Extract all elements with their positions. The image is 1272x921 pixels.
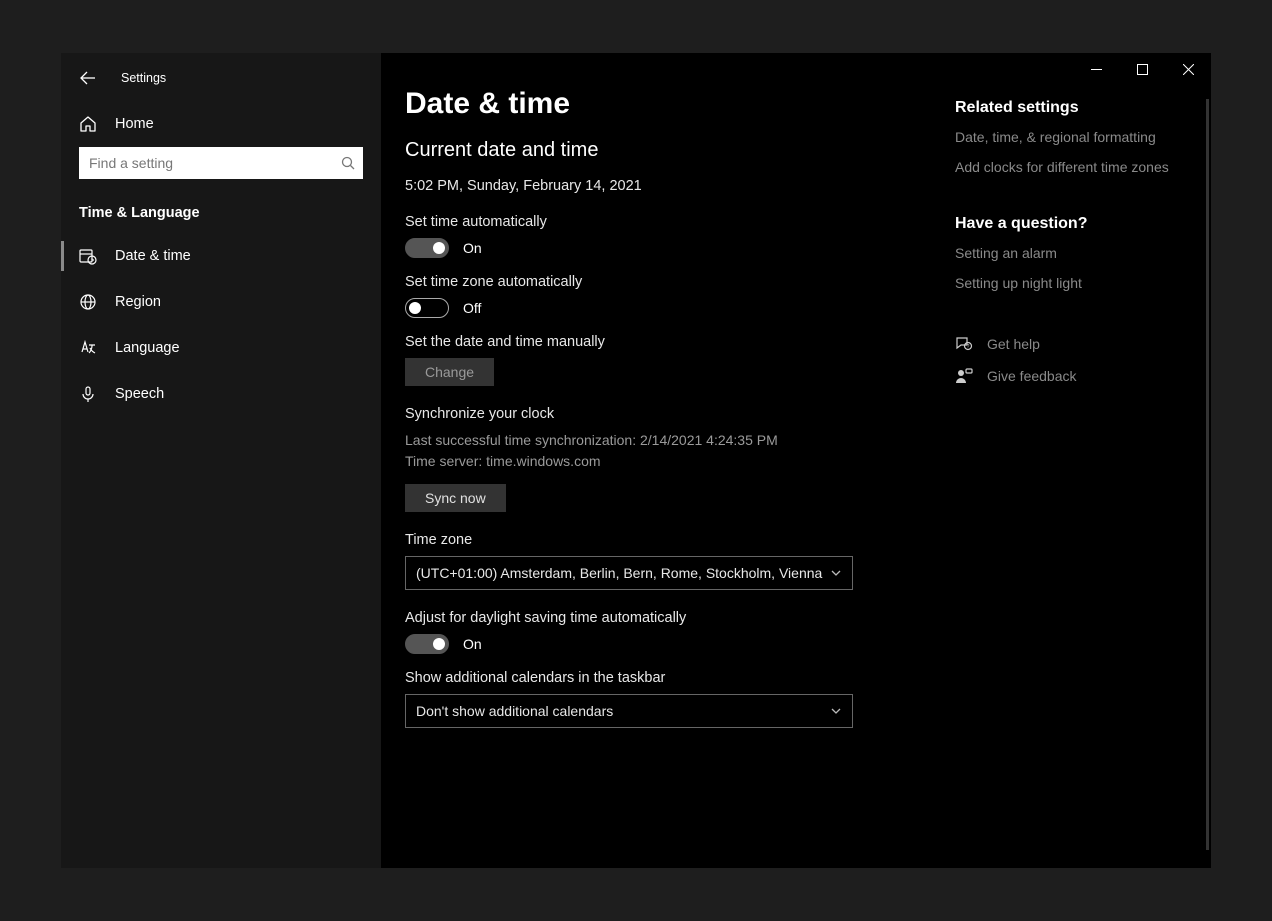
- get-help-link[interactable]: ? Get help: [955, 335, 1193, 353]
- set-timezone-auto-toggle[interactable]: [405, 298, 449, 318]
- home-icon: [79, 115, 97, 133]
- minimize-button[interactable]: [1073, 53, 1119, 85]
- related-link-date-time-formatting[interactable]: Date, time, & regional formatting: [955, 129, 1193, 145]
- give-feedback-label: Give feedback: [987, 368, 1077, 384]
- change-button[interactable]: Change: [405, 358, 494, 386]
- sidebar-item-label: Speech: [115, 386, 164, 402]
- set-time-auto-label: Set time automatically: [405, 214, 931, 230]
- sync-now-button[interactable]: Sync now: [405, 484, 506, 512]
- chat-help-icon: ?: [955, 335, 973, 353]
- sync-server-text: Time server: time.windows.com: [405, 451, 931, 472]
- sidebar-item-label: Date & time: [115, 248, 191, 264]
- sidebar-item-region[interactable]: Region: [61, 279, 381, 325]
- additional-calendars-select[interactable]: Don't show additional calendars: [405, 694, 853, 728]
- additional-calendars-label: Show additional calendars in the taskbar: [405, 670, 931, 686]
- microphone-icon: [79, 385, 97, 403]
- scrollbar[interactable]: [1206, 99, 1209, 850]
- close-icon: [1183, 64, 1194, 75]
- timezone-label: Time zone: [405, 532, 931, 548]
- timezone-select[interactable]: (UTC+01:00) Amsterdam, Berlin, Bern, Rom…: [405, 556, 853, 590]
- sidebar-home-label: Home: [115, 116, 154, 132]
- svg-text:?: ?: [967, 344, 970, 350]
- dst-label: Adjust for daylight saving time automati…: [405, 610, 931, 626]
- minimize-icon: [1091, 64, 1102, 75]
- question-link-night-light[interactable]: Setting up night light: [955, 275, 1193, 291]
- page-title: Date & time: [405, 87, 931, 121]
- titlebar-controls: [1073, 53, 1211, 85]
- set-manual-label: Set the date and time manually: [405, 334, 931, 350]
- sync-heading: Synchronize your clock: [405, 406, 931, 422]
- back-button[interactable]: [79, 69, 97, 87]
- question-link-setting-alarm[interactable]: Setting an alarm: [955, 245, 1193, 261]
- settings-window: Settings Home Time & Language: [61, 53, 1211, 868]
- search-container: [61, 147, 381, 189]
- current-date-time-value: 5:02 PM, Sunday, February 14, 2021: [405, 178, 931, 194]
- sidebar-item-speech[interactable]: Speech: [61, 371, 381, 417]
- related-link-add-clocks[interactable]: Add clocks for different time zones: [955, 159, 1193, 175]
- dst-toggle[interactable]: [405, 634, 449, 654]
- dst-state: On: [463, 636, 482, 652]
- sidebar-home[interactable]: Home: [61, 101, 381, 147]
- main-panel: Date & time Current date and time 5:02 P…: [381, 53, 1211, 868]
- sidebar-header: Settings: [61, 61, 381, 101]
- search-box[interactable]: [79, 147, 363, 179]
- get-help-label: Get help: [987, 336, 1040, 352]
- app-title: Settings: [121, 71, 166, 85]
- give-feedback-link[interactable]: Give feedback: [955, 367, 1193, 385]
- search-input[interactable]: [79, 149, 363, 177]
- set-timezone-auto-state: Off: [463, 300, 481, 316]
- chevron-down-icon: [830, 705, 842, 717]
- sidebar-section-title: Time & Language: [61, 189, 381, 233]
- timezone-select-value: (UTC+01:00) Amsterdam, Berlin, Bern, Rom…: [416, 565, 822, 581]
- close-button[interactable]: [1165, 53, 1211, 85]
- maximize-icon: [1137, 64, 1148, 75]
- chevron-down-icon: [830, 567, 842, 579]
- set-time-auto-toggle[interactable]: [405, 238, 449, 258]
- content-area: Date & time Current date and time 5:02 P…: [381, 53, 955, 868]
- additional-calendars-value: Don't show additional calendars: [416, 703, 613, 719]
- sidebar-item-language[interactable]: Language: [61, 325, 381, 371]
- sidebar-item-label: Language: [115, 340, 180, 356]
- arrow-left-icon: [80, 70, 96, 86]
- have-question-heading: Have a question?: [955, 215, 1193, 233]
- clock-calendar-icon: [79, 247, 97, 265]
- sync-last-text: Last successful time synchronization: 2/…: [405, 430, 931, 451]
- sidebar: Settings Home Time & Language: [61, 53, 381, 868]
- current-date-time-heading: Current date and time: [405, 139, 931, 162]
- set-time-auto-state: On: [463, 240, 482, 256]
- language-icon: [79, 339, 97, 357]
- sidebar-item-label: Region: [115, 294, 161, 310]
- related-settings-heading: Related settings: [955, 99, 1193, 117]
- set-timezone-auto-label: Set time zone automatically: [405, 274, 931, 290]
- globe-icon: [79, 293, 97, 311]
- sidebar-item-date-time[interactable]: Date & time: [61, 233, 381, 279]
- maximize-button[interactable]: [1119, 53, 1165, 85]
- right-rail: Related settings Date, time, & regional …: [955, 53, 1211, 868]
- person-feedback-icon: [955, 367, 973, 385]
